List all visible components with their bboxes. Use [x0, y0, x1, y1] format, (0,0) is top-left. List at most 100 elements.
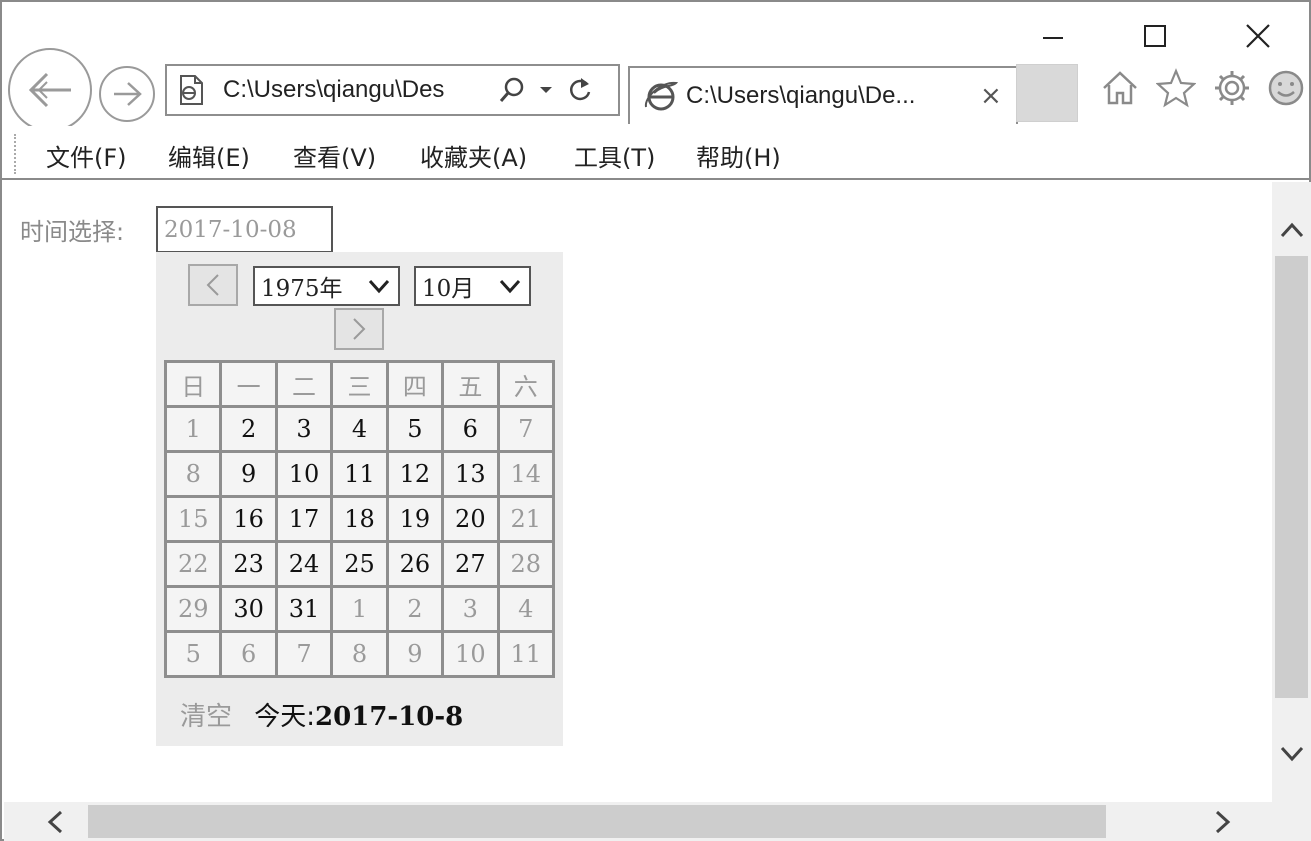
calendar-day-cell[interactable]: 11 [330, 450, 389, 498]
calendar-day-cell[interactable]: 9 [385, 630, 445, 678]
browser-tab[interactable]: C:\Users\qiangu\De... × [628, 66, 1018, 124]
menu-grip[interactable] [14, 134, 18, 174]
horizontal-scroll-thumb[interactable] [88, 805, 1106, 838]
calendar-day-cell[interactable]: 21 [496, 495, 556, 543]
calendar-day-cell[interactable]: 20 [441, 495, 500, 543]
menu-favorites[interactable]: 收藏夹(A) [420, 138, 527, 173]
calendar-day-cell[interactable]: 3 [274, 405, 334, 453]
calendar-day-cell[interactable]: 29 [163, 585, 223, 633]
calendar-day-cell[interactable]: 28 [496, 540, 556, 588]
calendar-day-cell[interactable]: 8 [330, 630, 389, 678]
calendar-week-row: 15 16 17 18 19 20 21 [163, 495, 556, 543]
calendar-day-cell[interactable]: 4 [496, 585, 556, 633]
scroll-left-button[interactable] [40, 802, 70, 841]
calendar-footer: 清空 今天:2017-10-8 [180, 696, 463, 733]
clear-button[interactable]: 清空 [180, 702, 232, 732]
close-window-button[interactable] [1235, 14, 1281, 58]
calendar-day-cell[interactable]: 6 [219, 630, 278, 678]
calendar-day-cell[interactable]: 15 [163, 495, 223, 543]
scroll-right-button[interactable] [1208, 802, 1238, 841]
calendar-day-cell[interactable]: 31 [274, 585, 334, 633]
horizontal-scrollbar[interactable] [4, 802, 1311, 841]
tab-close-icon[interactable]: × [980, 83, 1002, 109]
calendar-day-cell[interactable]: 25 [330, 540, 389, 588]
calendar-day-cell[interactable]: 2 [219, 405, 278, 453]
new-tab-button[interactable] [1016, 64, 1078, 122]
calendar-day-cell[interactable]: 4 [330, 405, 389, 453]
maximize-button[interactable] [1132, 14, 1178, 58]
calendar-day-cell[interactable]: 9 [219, 450, 278, 498]
search-button[interactable] [495, 70, 529, 110]
next-month-button[interactable] [334, 308, 384, 350]
caret-down-icon [540, 87, 552, 93]
calendar-day-cell[interactable]: 2 [385, 585, 445, 633]
calendar-day-cell[interactable]: 27 [441, 540, 500, 588]
year-select[interactable]: 1975年 [253, 266, 400, 306]
calendar-day-cell[interactable]: 7 [274, 630, 334, 678]
chevron-down-icon [499, 279, 521, 294]
calendar-day-cell[interactable]: 30 [219, 585, 278, 633]
address-url[interactable]: C:\Users\qiangu\Des [223, 76, 495, 104]
tab-title: C:\Users\qiangu\De... [686, 82, 916, 109]
menu-file[interactable]: 文件(F) [46, 138, 127, 173]
date-input[interactable]: 2017-10-08 [156, 206, 333, 253]
minimize-button[interactable] [1030, 14, 1076, 58]
back-button[interactable] [8, 48, 92, 132]
weekday-header: 二 [274, 360, 334, 408]
calendar-day-cell[interactable]: 18 [330, 495, 389, 543]
calendar-day-cell[interactable]: 1 [163, 405, 223, 453]
menu-view[interactable]: 查看(V) [293, 138, 376, 173]
calendar-week-row: 5 6 7 8 9 10 11 [163, 630, 556, 678]
calendar-day-cell[interactable]: 22 [163, 540, 223, 588]
calendar-day-cell[interactable]: 24 [274, 540, 334, 588]
calendar-day-cell[interactable]: 26 [385, 540, 445, 588]
calendar-day-cell[interactable]: 16 [219, 495, 278, 543]
calendar-day-cell[interactable]: 19 [385, 495, 445, 543]
date-field-label: 时间选择: [20, 218, 125, 246]
calendar-day-cell[interactable]: 6 [441, 405, 500, 453]
gear-icon[interactable] [1212, 68, 1252, 108]
refresh-button[interactable] [563, 70, 597, 110]
calendar-day-cell[interactable]: 5 [385, 405, 445, 453]
calendar-day-cell[interactable]: 5 [163, 630, 223, 678]
calendar-day-cell[interactable]: 11 [496, 630, 556, 678]
address-dropdown-button[interactable] [529, 70, 563, 110]
star-icon[interactable] [1156, 68, 1196, 108]
calendar-day-cell[interactable]: 23 [219, 540, 278, 588]
calendar-week-row: 29 30 31 1 2 3 4 [163, 585, 556, 633]
today-date[interactable]: 2017-10-8 [315, 702, 463, 732]
calendar-day-cell[interactable]: 13 [441, 450, 500, 498]
calendar-day-cell[interactable]: 8 [163, 450, 223, 498]
chevron-up-icon [1280, 222, 1303, 238]
calendar-day-cell[interactable]: 17 [274, 495, 334, 543]
calendar-week-row: 1 2 3 4 5 6 7 [163, 405, 556, 453]
weekday-header-row: 日 一 二 三 四 五 六 [163, 360, 556, 408]
menu-help[interactable]: 帮助(H) [696, 138, 781, 173]
chevron-left-icon [206, 274, 219, 296]
scroll-down-button[interactable] [1272, 734, 1311, 774]
forward-button[interactable] [99, 66, 155, 122]
menu-tools[interactable]: 工具(T) [574, 138, 655, 173]
today-label[interactable]: 今天: [254, 702, 315, 732]
refresh-icon [569, 78, 591, 101]
home-icon[interactable] [1100, 68, 1140, 108]
scroll-up-button[interactable] [1272, 210, 1311, 250]
calendar-day-cell[interactable]: 10 [274, 450, 334, 498]
calendar-day-cell[interactable]: 1 [330, 585, 389, 633]
address-bar[interactable]: C:\Users\qiangu\Des [165, 64, 620, 116]
calendar-day-cell[interactable]: 3 [441, 585, 500, 633]
calendar-day-cell[interactable]: 10 [441, 630, 500, 678]
calendar-day-cell[interactable]: 12 [385, 450, 445, 498]
month-select[interactable]: 10月 [414, 266, 531, 306]
page-icon [180, 75, 203, 105]
prev-month-button[interactable] [188, 264, 238, 306]
chevron-down-icon [368, 279, 390, 294]
menu-edit[interactable]: 编辑(E) [168, 138, 250, 173]
vertical-scroll-thumb[interactable] [1275, 256, 1308, 698]
calendar-day-cell[interactable]: 7 [496, 405, 556, 453]
calendar-day-cell[interactable]: 14 [496, 450, 556, 498]
chevron-right-icon [353, 318, 366, 340]
vertical-scrollbar[interactable] [1272, 182, 1311, 802]
chevron-down-icon [1280, 746, 1303, 762]
smiley-feedback-icon[interactable] [1266, 68, 1306, 108]
